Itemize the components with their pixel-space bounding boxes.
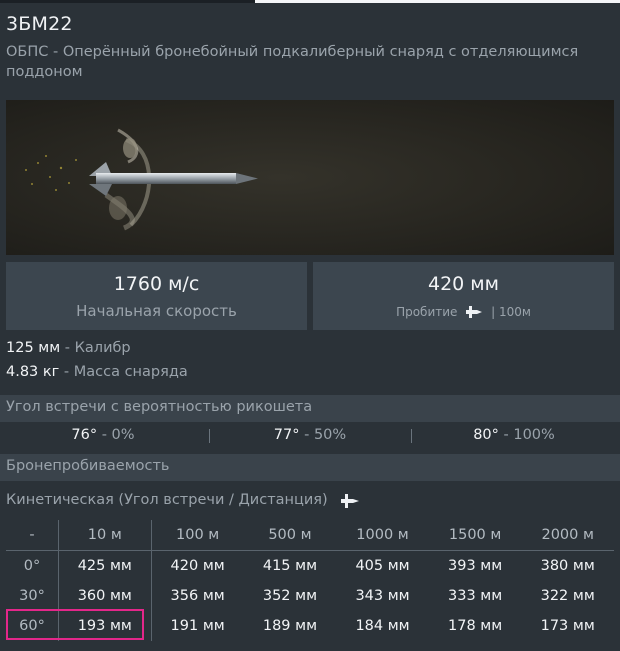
- column-header: 1000 м: [336, 520, 429, 551]
- ricochet-section-header: Угол встречи с вероятностью рикошета: [0, 395, 620, 422]
- ricochet-chance: - 0%: [101, 427, 135, 443]
- table-cell: 173 мм: [540, 618, 595, 634]
- table-row: 30° 360 мм 356 мм 352 мм 343 мм 333 мм 3…: [6, 581, 614, 611]
- ricochet-chance: - 50%: [304, 427, 347, 443]
- column-header: -: [6, 520, 59, 551]
- table-cell: 405 мм: [355, 558, 410, 574]
- mass-label: - Масса снаряда: [63, 364, 188, 380]
- armor-penetration-table: - 10 м 100 м 500 м 1000 м 1500 м 2000 м …: [6, 520, 614, 641]
- window-top-edge: [0, 0, 620, 3]
- column-header: 500 м: [243, 520, 337, 551]
- row-angle: 60°: [6, 611, 59, 641]
- row-angle: 30°: [6, 581, 59, 611]
- mass-spec: 4.83 кг - Масса снаряда: [6, 364, 188, 380]
- ricochet-cell: 80° - 100%: [411, 427, 617, 443]
- table-cell: 322 мм: [540, 588, 595, 604]
- ricochet-section-title: Угол встречи с вероятностью рикошета: [6, 399, 313, 415]
- penetration-icon: [464, 305, 484, 322]
- penetration-icon: [339, 493, 361, 513]
- table-header-row: - 10 м 100 м 500 м 1000 м 1500 м 2000 м: [6, 520, 614, 551]
- ricochet-angle: 80°: [473, 427, 499, 443]
- table-cell: 193 мм: [58, 611, 152, 641]
- caliber-value: 125 мм: [6, 340, 61, 356]
- table-cell: 393 мм: [448, 558, 503, 574]
- top-highlight-strip: [255, 0, 620, 3]
- penetration-box: 420 мм Пробитие | 100м: [313, 262, 614, 330]
- table-row: 0° 425 мм 420 мм 415 мм 405 мм 393 мм 38…: [6, 550, 614, 581]
- table-cell: 184 мм: [355, 618, 410, 634]
- penetration-value: 420 мм: [428, 273, 499, 295]
- ricochet-cell: 76° - 0%: [0, 427, 206, 443]
- table-cell: 415 мм: [262, 558, 318, 574]
- table-cell: 360 мм: [58, 581, 152, 611]
- table-cell: 356 мм: [170, 588, 225, 604]
- penetration-distance-label: | 100м: [491, 305, 531, 319]
- table-cell: 352 мм: [262, 588, 318, 604]
- column-header: 100 м: [151, 520, 244, 551]
- ricochet-angle: 76°: [71, 427, 98, 443]
- table-cell: 191 мм: [170, 618, 225, 634]
- column-header: 10 м: [58, 520, 152, 551]
- table-cell: 380 мм: [540, 558, 595, 574]
- shell-title: 3БМ22: [6, 13, 73, 35]
- muzzle-velocity-label: Начальная скорость: [76, 302, 237, 320]
- mass-value: 4.83 кг: [6, 364, 60, 380]
- table-row: 60° 193 мм 191 мм 189 мм 184 мм 178 мм 1…: [6, 611, 614, 641]
- table-cell: 189 мм: [262, 618, 318, 634]
- armor-section-header: Бронепробиваемость: [0, 454, 620, 481]
- table-cell: 178 мм: [448, 618, 503, 634]
- ricochet-row: 76° - 0% 77° - 50% 80° - 100%: [0, 425, 620, 447]
- penetration-label: Пробитие | 100м: [313, 305, 614, 322]
- column-header: 1500 м: [428, 520, 522, 551]
- table-cell: 343 мм: [355, 588, 410, 604]
- table-cell: 425 мм: [58, 550, 152, 581]
- muzzle-velocity-value: 1760 м/с: [113, 273, 200, 295]
- shell-subtitle: ОБПС - Оперённый бронебойный подкалиберн…: [6, 44, 579, 80]
- column-header: 2000 м: [521, 520, 614, 551]
- muzzle-velocity-box: 1760 м/с Начальная скорость: [6, 262, 307, 330]
- ricochet-angle: 77°: [273, 427, 300, 443]
- table-cell: 333 мм: [448, 588, 503, 604]
- caliber-spec: 125 мм - Калибр: [6, 340, 131, 356]
- armor-section-title: Бронепробиваемость: [6, 458, 170, 474]
- shell-render-image: [6, 100, 614, 255]
- penetration-label-prefix: Пробитие: [396, 305, 458, 319]
- row-angle: 0°: [6, 550, 59, 581]
- ricochet-cell: 77° - 50%: [207, 427, 413, 443]
- table-cell: 420 мм: [170, 558, 225, 574]
- caliber-label: - Калибр: [64, 340, 131, 356]
- kinetic-label: Кинетическая (Угол встречи / Дистанция): [6, 492, 328, 508]
- ricochet-chance: - 100%: [503, 427, 555, 443]
